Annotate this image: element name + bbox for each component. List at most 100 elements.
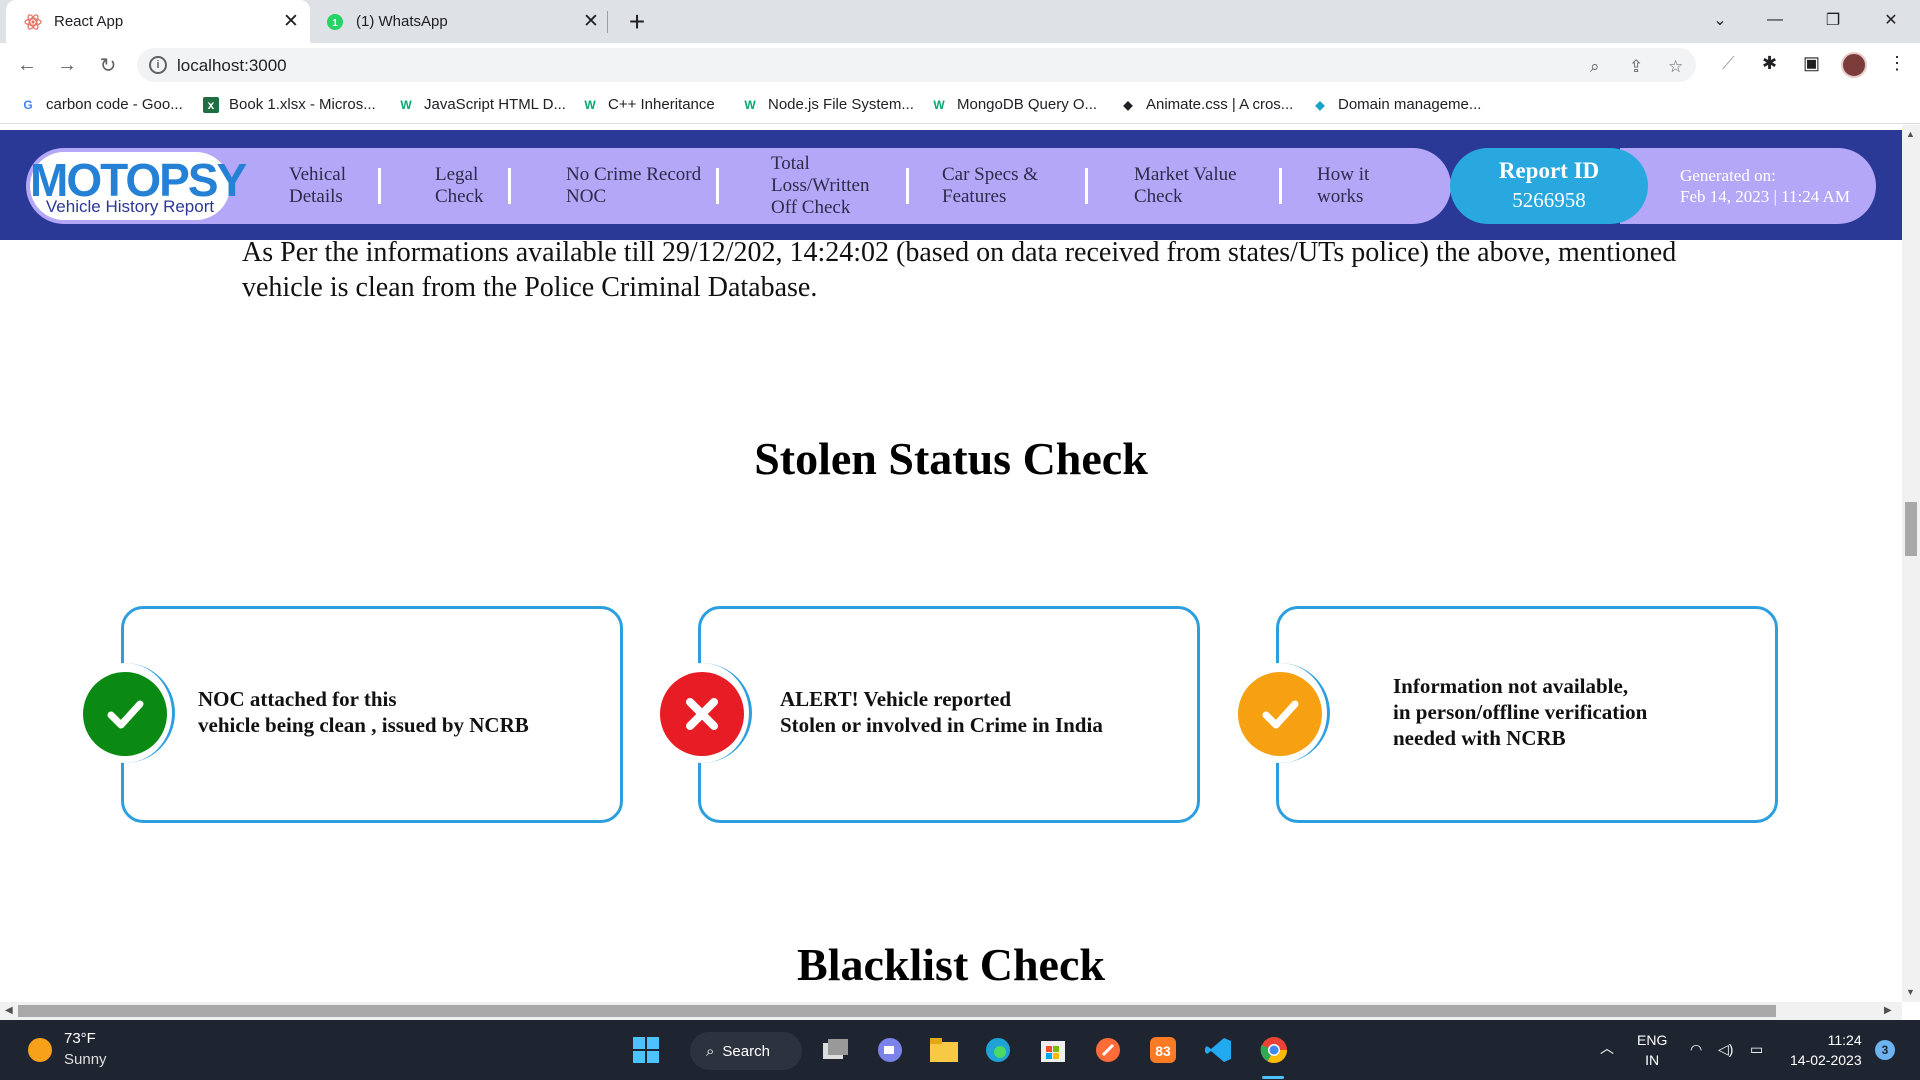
notification-badge[interactable]: 3 <box>1875 1040 1895 1060</box>
bookmark-item[interactable]: W MongoDB Query O... <box>931 96 1097 113</box>
tab-title: (1) WhatsApp <box>356 13 448 30</box>
bookmark-label: C++ Inheritance <box>608 96 715 113</box>
svg-text:1: 1 <box>332 18 338 29</box>
chrome-icon[interactable] <box>1258 1034 1290 1066</box>
scroll-up-icon[interactable]: ▲ <box>1906 129 1915 139</box>
url-text[interactable]: localhost:3000 <box>177 56 287 76</box>
language-label: ENG <box>1637 1032 1668 1048</box>
stolen-status-title: Stolen Status Check <box>754 433 1148 484</box>
postman-icon[interactable] <box>1092 1034 1124 1066</box>
active-app-indicator <box>1262 1076 1284 1079</box>
share-icon[interactable]: ⇪ <box>1629 57 1643 77</box>
excel-icon: x <box>203 96 219 113</box>
google-icon: G <box>23 97 33 112</box>
task-view-icon[interactable] <box>820 1034 852 1066</box>
menu-icon[interactable]: ⋮ <box>1888 53 1906 74</box>
logo-brand: MOTOPSY <box>30 154 247 206</box>
teams-chat-icon[interactable] <box>874 1034 906 1066</box>
close-tab-icon[interactable]: ✕ <box>278 10 304 33</box>
address-bar[interactable]: i localhost:3000 ⌕ ⇪ ☆ <box>137 48 1696 82</box>
nav-no-crime-record[interactable]: No Crime Record NOC <box>566 148 716 224</box>
weather-condition[interactable]: Sunny <box>64 1051 107 1068</box>
bookmark-item[interactable]: ◆ Animate.css | A cros... <box>1120 96 1293 113</box>
close-tab-icon[interactable]: ✕ <box>578 10 604 33</box>
scroll-left-icon[interactable]: ◀ <box>5 1005 13 1016</box>
tab-divider <box>607 11 608 33</box>
forward-icon[interactable]: → <box>52 50 82 80</box>
nav-legal-check[interactable]: Legal Check <box>435 148 495 224</box>
nav-total-loss[interactable]: Total Loss/Written Off Check <box>771 148 881 224</box>
start-icon[interactable] <box>630 1034 662 1066</box>
bookmark-item[interactable]: W C++ Inheritance <box>582 96 715 113</box>
region-label: IN <box>1645 1052 1660 1068</box>
battery-icon[interactable]: ▭ <box>1750 1039 1763 1059</box>
generated-value: Feb 14, 2023 | 11:24 AM <box>1680 187 1850 206</box>
report-id-label: Report ID <box>1498 158 1600 183</box>
nav-divider <box>1279 168 1282 204</box>
volume-icon[interactable]: ◁) <box>1718 1039 1733 1059</box>
new-tab-button[interactable]: + <box>622 6 652 38</box>
nav-market-value[interactable]: Market Value Check <box>1134 148 1249 224</box>
bookmark-label: Book 1.xlsx - Micros... <box>229 96 376 113</box>
reload-icon[interactable]: ↻ <box>93 50 123 80</box>
search-label: Search <box>722 1042 770 1060</box>
profile-avatar[interactable] <box>1841 52 1867 78</box>
nav-vehical-details[interactable]: Vehical Details <box>289 148 369 224</box>
search-icon: ⌕ <box>706 1042 715 1060</box>
tab-react-app[interactable]: React App ✕ <box>6 0 310 43</box>
scroll-down-icon[interactable]: ▼ <box>1906 987 1915 997</box>
wifi-icon[interactable]: ◠ <box>1690 1039 1702 1059</box>
nav-divider <box>906 168 909 204</box>
nav-how-it-works[interactable]: How it works <box>1317 148 1387 224</box>
animate-icon: ◆ <box>1123 97 1133 112</box>
whatsapp-icon: 1 <box>326 13 344 31</box>
bookmark-star-icon[interactable]: ☆ <box>1668 57 1683 77</box>
horizontal-scrollbar[interactable]: ◀ ▶ <box>0 1002 1902 1020</box>
sun-icon[interactable] <box>28 1038 52 1062</box>
xampp-icon[interactable]: 83 <box>1147 1034 1179 1066</box>
restore-button[interactable]: ❐ <box>1808 0 1858 40</box>
scroll-thumb[interactable] <box>18 1005 1776 1017</box>
tab-whatsapp[interactable]: 1 (1) WhatsApp ✕ <box>312 0 610 43</box>
noc-statement: As Per the informations available till 2… <box>242 237 1677 303</box>
bookmark-item[interactable]: W JavaScript HTML D... <box>398 96 566 113</box>
tab-search-icon[interactable]: ⌄ <box>1695 0 1745 40</box>
extensions-icon[interactable]: ✱ <box>1762 53 1777 74</box>
taskbar-search[interactable]: ⌕ Search <box>690 1032 802 1070</box>
browser-toolbar: ← → ↻ i localhost:3000 ⌕ ⇪ ☆ ⟋ ✱ ▣ ⋮ <box>0 43 1920 88</box>
bookmark-item[interactable]: W Node.js File System... <box>742 96 914 113</box>
show-hidden-icons[interactable]: ︿ <box>1600 1038 1614 1058</box>
nav-car-specs[interactable]: Car Specs & Features <box>942 148 1067 224</box>
bookmark-item[interactable]: x Book 1.xlsx - Micros... <box>203 96 376 113</box>
domain-icon: ◆ <box>1315 97 1325 112</box>
file-explorer-icon[interactable] <box>928 1034 960 1066</box>
w3schools-icon: W <box>400 97 412 112</box>
blacklist-check-title: Blacklist Check <box>797 939 1105 990</box>
tab-strip: React App ✕ 1 (1) WhatsApp ✕ + ⌄ — ❐ ✕ <box>0 0 1920 43</box>
close-window-button[interactable]: ✕ <box>1866 0 1916 40</box>
site-info-icon[interactable]: i <box>149 56 167 74</box>
scroll-thumb[interactable] <box>1905 502 1917 556</box>
zoom-icon[interactable]: ⌕ <box>1590 57 1600 77</box>
bookmark-label: carbon code - Goo... <box>46 96 183 113</box>
weather-temp[interactable]: 73°F <box>64 1030 96 1047</box>
scroll-right-icon[interactable]: ▶ <box>1884 1005 1892 1016</box>
bookmark-item[interactable]: G carbon code - Goo... <box>20 96 183 113</box>
bookmark-label: MongoDB Query O... <box>957 96 1098 113</box>
page-viewport: MOTOPSY Vehicle History Report Vehical D… <box>0 125 1902 1002</box>
side-panel-icon[interactable]: ▣ <box>1803 53 1820 74</box>
motopsy-logo[interactable]: MOTOPSY Vehicle History Report <box>30 152 247 220</box>
bookmark-label: Animate.css | A cros... <box>1146 96 1294 113</box>
bookmark-label: Node.js File System... <box>768 96 914 113</box>
store-icon[interactable] <box>1037 1034 1069 1066</box>
vertical-scrollbar[interactable]: ▲ ▼ <box>1902 125 1920 1002</box>
vscode-icon[interactable] <box>1202 1034 1234 1066</box>
clock[interactable]: 11:24 14-02-2023 <box>1790 1030 1862 1070</box>
language-indicator[interactable]: ENG IN <box>1637 1030 1667 1070</box>
edge-icon[interactable] <box>982 1034 1014 1066</box>
clock-date: 14-02-2023 <box>1790 1052 1862 1068</box>
back-icon[interactable]: ← <box>12 50 42 80</box>
bookmark-item[interactable]: ◆ Domain manageme... <box>1312 96 1481 113</box>
performance-icon[interactable]: ⟋ <box>1722 53 1735 74</box>
minimize-button[interactable]: — <box>1750 0 1800 40</box>
